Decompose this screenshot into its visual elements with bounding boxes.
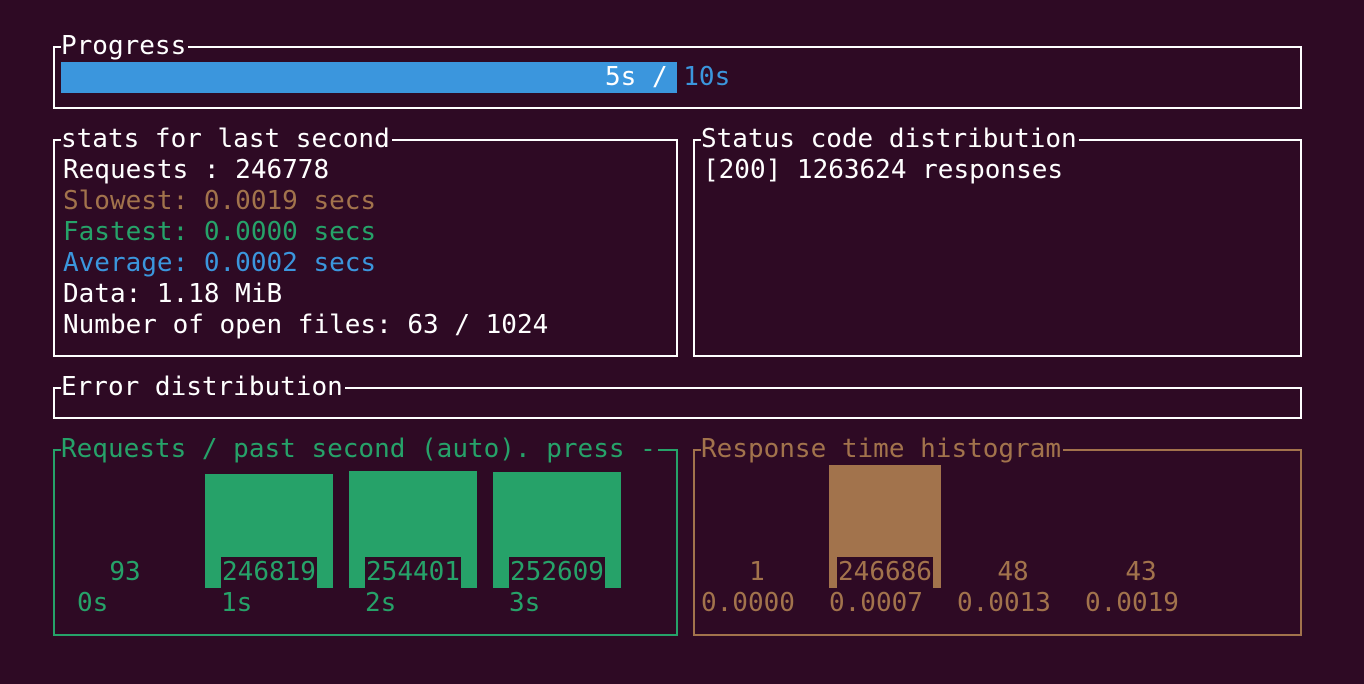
stat-slowest: Slowest: 0.0019 secs: [63, 186, 377, 216]
progress-total: 10s: [683, 62, 731, 92]
requests-x-label: 0s: [77, 588, 109, 618]
histogram-x-label: 0.0000: [701, 588, 795, 618]
requests-x-label: 2s: [365, 588, 397, 618]
requests-value-label: 254401: [365, 557, 461, 588]
histogram-value-label: 43: [1125, 557, 1157, 588]
stat-requests: Requests : 246778: [63, 155, 330, 185]
histogram-value-label: 1: [749, 557, 765, 588]
stat-average: Average: 0.0002 secs: [63, 248, 377, 278]
histogram-value-label: 246686: [837, 557, 933, 588]
histogram-x-label: 0.0013: [957, 588, 1051, 618]
requests-value-label: 246819: [221, 557, 317, 588]
stat-fastest: Fastest: 0.0000 secs: [63, 217, 377, 247]
stats-panel: stats for last second Requests : 246778 …: [53, 124, 678, 357]
progress-label: 5s / 10s: [605, 62, 730, 93]
histogram-panel: Response time histogram 1 0.0000 246686 0.0…: [693, 434, 1302, 636]
error-panel: Error distribution: [53, 372, 1302, 419]
histogram-x-label: 0.0007: [829, 588, 923, 618]
stat-data: Data: 1.18 MiB: [63, 279, 283, 309]
histogram-x-label: 0.0019: [1085, 588, 1179, 618]
stat-open-files: Number of open files: 63 / 1024: [63, 310, 549, 340]
requests-value-label: 252609: [509, 557, 605, 588]
requests-x-label: 3s: [509, 588, 541, 618]
requests-value-label: 93: [109, 557, 141, 588]
requests-chart-title: Requests / past second (auto). press -: [61, 434, 658, 465]
histogram-value-label: 48: [997, 557, 1029, 588]
progress-panel: Progress 5s / 10s: [53, 31, 1302, 109]
status-line: [200] 1263624 responses: [703, 155, 1064, 185]
status-panel: Status code distribution [200] 1263624 r…: [693, 124, 1302, 357]
status-title: Status code distribution: [701, 124, 1079, 155]
error-title: Error distribution: [61, 372, 345, 403]
progress-bar: [61, 62, 677, 93]
requests-x-label: 1s: [221, 588, 253, 618]
requests-chart-panel: Requests / past second (auto). press - 9…: [53, 434, 678, 636]
progress-elapsed: 5s /: [605, 62, 684, 92]
progress-title: Progress: [61, 31, 189, 62]
histogram-title: Response time histogram: [701, 434, 1064, 465]
stats-title: stats for last second: [61, 124, 392, 155]
